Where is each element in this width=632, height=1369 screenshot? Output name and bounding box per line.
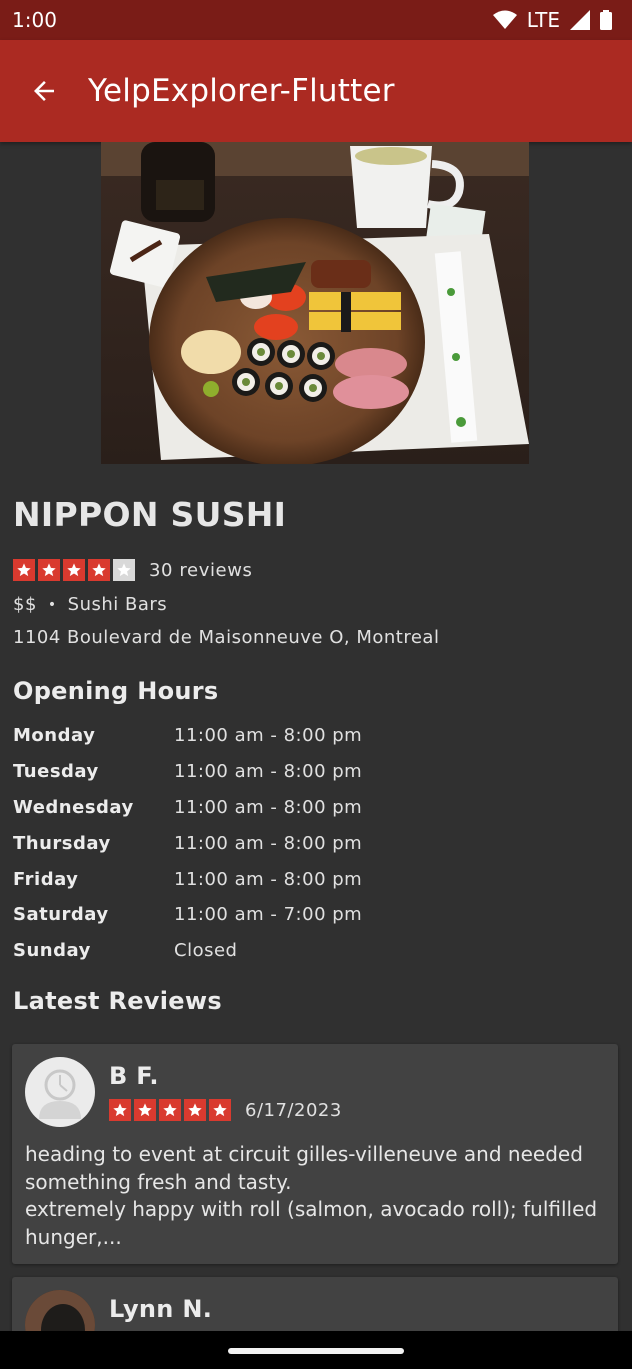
hours-day: Monday [13, 725, 96, 747]
hours-day: Tuesday [13, 761, 99, 783]
battery-icon [600, 10, 612, 30]
price-category-row: $$ • Sushi Bars [13, 594, 618, 615]
separator-dot: • [47, 596, 57, 613]
hours-row: Tuesday 11:00 am - 8:00 pm [13, 754, 618, 790]
app-title: YelpExplorer-Flutter [88, 73, 395, 109]
review-stars [109, 1099, 231, 1121]
hours-day: Sunday [13, 940, 91, 962]
hours-time: 11:00 am - 8:00 pm [174, 725, 363, 747]
star-empty-icon [113, 559, 135, 581]
review-card[interactable]: B F. 6/17/2023 heading to event at circu… [12, 1044, 618, 1264]
star-filled-icon [159, 1099, 181, 1121]
star-filled-icon [88, 559, 110, 581]
wifi-icon [492, 10, 517, 29]
status-icons: LTE [492, 8, 612, 32]
hours-day: Thursday [13, 832, 111, 854]
price-level: $$ [13, 594, 37, 615]
business-address: 1104 Boulevard de Maisonneuve O, Montrea… [13, 627, 440, 648]
rating-stars [13, 559, 135, 581]
app-bar: YelpExplorer-Flutter [0, 40, 632, 142]
reviewer-name: B F. [109, 1062, 159, 1090]
hours-row: Friday 11:00 am - 8:00 pm [13, 861, 618, 897]
review-count: 30 reviews [149, 559, 253, 581]
hours-row: Saturday 11:00 am - 7:00 pm [13, 897, 618, 933]
opening-hours-list: Monday 11:00 am - 8:00 pm Tuesday 11:00 am … [13, 718, 618, 969]
star-filled-icon [134, 1099, 156, 1121]
star-filled-icon [63, 559, 85, 581]
hours-row: Sunday Closed [13, 933, 618, 969]
signal-icon [570, 10, 590, 30]
hours-time: 11:00 am - 8:00 pm [174, 832, 363, 854]
business-photo [101, 142, 529, 464]
sushi-plate-image [101, 142, 529, 464]
status-bar: 1:00 LTE [0, 0, 632, 40]
network-label: LTE [526, 8, 560, 32]
hours-day: Wednesday [13, 796, 134, 818]
home-gesture-handle[interactable] [228, 1348, 404, 1354]
hours-time: 11:00 am - 7:00 pm [174, 904, 363, 926]
star-filled-icon [38, 559, 60, 581]
avatar [25, 1057, 95, 1127]
hours-time: 11:00 am - 8:00 pm [174, 868, 363, 890]
business-details: NIPPON SUSHI 30 reviews $$ • Sushi Bars … [13, 490, 618, 1015]
status-time: 1:00 [12, 8, 57, 32]
hours-time: 11:00 am - 8:00 pm [174, 761, 363, 783]
arrow-back-icon [34, 81, 54, 101]
hours-time: Closed [174, 940, 238, 962]
hours-time: 11:00 am - 8:00 pm [174, 796, 363, 818]
hours-row: Monday 11:00 am - 8:00 pm [13, 718, 618, 754]
business-name: NIPPON SUSHI [13, 495, 287, 534]
back-button[interactable] [0, 40, 88, 142]
opening-hours-title: Opening Hours [13, 677, 219, 705]
latest-reviews-title: Latest Reviews [13, 986, 222, 1015]
star-filled-icon [109, 1099, 131, 1121]
star-filled-icon [209, 1099, 231, 1121]
reviewer-name: Lynn N. [109, 1295, 213, 1323]
category: Sushi Bars [67, 594, 168, 615]
review-rating: 6/17/2023 [109, 1099, 342, 1121]
review-date: 6/17/2023 [245, 1099, 342, 1121]
hours-row: Wednesday 11:00 am - 8:00 pm [13, 790, 618, 826]
hours-day: Saturday [13, 904, 109, 926]
hours-day: Friday [13, 868, 79, 890]
business-rating: 30 reviews [13, 558, 618, 582]
hours-row: Thursday 11:00 am - 8:00 pm [13, 825, 618, 861]
star-filled-icon [184, 1099, 206, 1121]
system-navigation-bar [0, 1331, 632, 1369]
review-text: heading to event at circuit gilles-ville… [25, 1142, 598, 1249]
default-avatar-icon [39, 1069, 81, 1119]
star-filled-icon [13, 559, 35, 581]
